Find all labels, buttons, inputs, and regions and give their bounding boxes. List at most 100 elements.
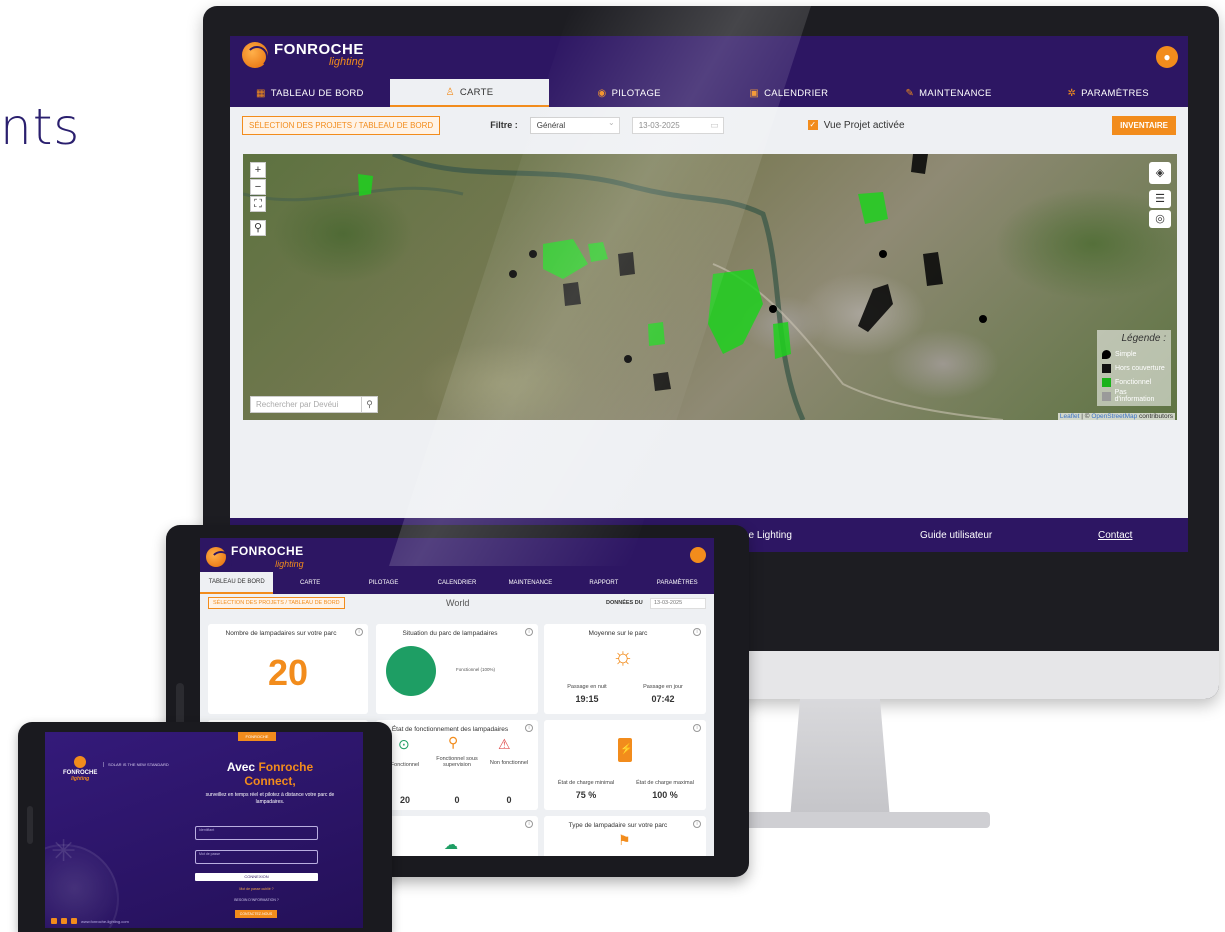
satellite-map[interactable]: + − ⛶ ⚲ ◈ ☰ ◎ Rechercher par Devéui ⚲ Lé… [243,154,1177,420]
filter-dropdown[interactable]: Général [529,116,620,134]
contact-button[interactable]: CONTACTEZ-NOUS [235,910,277,918]
phone-screen: ✳ FONROCHE FONROCHE lighting SOLAR IS TH… [45,732,363,928]
tab-calendrier[interactable]: CALENDRIER [420,580,493,587]
tab-label: CALENDRIER [764,87,829,99]
world-label: World [446,598,470,608]
info-icon[interactable]: i [525,820,533,828]
login-description: surveillez en temps réel et pilotez à di… [205,792,335,805]
footer-guide-link[interactable]: Guide utilisateur [920,530,992,541]
youtube-icon[interactable] [61,918,67,924]
tab-rapport[interactable]: RAPPORT [567,580,640,587]
tablet-nav: TABLEAU DE BORD CARTE PILOTAGE CALENDRIE… [200,572,714,594]
login-heading: Avec Fonroche Connect, [195,760,345,788]
login-button[interactable]: CONNEXION [195,873,318,881]
map-legend: Légende : Simple Hors couverture Fonctio… [1097,330,1171,406]
search-icon[interactable]: ⚲ [361,397,377,412]
tablet-filter-bar: SÉLECTION DES PROJETS / TABLEAU DE BORD … [200,594,714,612]
tab-pilotage[interactable]: PILOTAGE [347,580,420,587]
tab-label: RAPPORT [589,579,619,586]
info-icon[interactable]: i [693,820,701,828]
zone-no-coverage [911,154,928,174]
list-icon[interactable]: ☰ [1149,190,1171,208]
brand-sub: lighting [275,559,304,569]
tab-label: TABLEAU DE BORD [270,87,364,99]
tab-carte[interactable]: ♙ CARTE [389,79,550,107]
tab-maintenance[interactable]: MAINTENANCE [494,580,567,587]
info-icon[interactable]: i [525,628,533,636]
card-title: Nombre de lampadaires sur votre parc [225,630,337,637]
charge-min-value: 75 % [575,790,597,800]
tab-parametres[interactable]: PARAMÈTRES [641,580,714,587]
person-pin-icon: ♙ [445,86,455,98]
checkbox-icon[interactable]: ✓ [807,120,818,130]
info-icon[interactable]: i [525,724,533,732]
charge-max-value: 100 % [652,790,678,800]
supervision-value: 0 [454,795,460,805]
search-icon[interactable]: ⚲ [250,220,266,236]
charge-max-label: État de charge maximal [636,780,694,786]
project-selection-button[interactable]: SÉLECTION DES PROJETS / TABLEAU DE BORD [242,115,441,135]
tab-tableau-de-bord[interactable]: ▦ TABLEAU DE BORD [230,79,390,107]
brand-tagline: SOLAR IS THE NEW STANDARD [103,762,169,767]
brand-name: FONROCHE [231,544,304,558]
layers-icon[interactable]: ◈ [1149,162,1171,184]
info-icon[interactable]: i [693,628,701,636]
tab-label: MAINTENANCE [919,87,992,99]
zoom-in-button[interactable]: + [250,162,266,178]
supervision-label: Fonctionnel sous supervision [436,756,478,768]
tab-calendrier[interactable]: ▣ CALENDRIER [709,79,869,107]
legend-item: Hors couverture [1102,361,1166,375]
tab-label: CARTE [300,579,321,586]
zoom-out-button[interactable]: − [250,179,266,195]
attribution-tail: contributors [1137,413,1173,420]
pie-legend: Fonctionnel (100%) [456,667,496,672]
identifier-field[interactable]: Identifiant [195,826,318,840]
info-icon[interactable]: i [355,628,363,636]
user-avatar-icon[interactable] [690,547,706,563]
legend-swatch [1102,363,1111,373]
tab-pilotage[interactable]: ◉ PILOTAGE [549,79,709,107]
tab-tableau-de-bord[interactable]: TABLEAU DE BORD [200,572,274,594]
card-title: Moyenne sur le parc [588,630,648,637]
leaflet-link[interactable]: Leaflet [1060,413,1080,420]
zone-no-coverage [563,282,581,306]
info-icon[interactable]: i [693,724,701,732]
dial-icon: ◉ [597,87,607,99]
date-input[interactable]: 13-03-2025 ▭ [631,116,724,134]
project-view-toggle[interactable]: ✓ Vue Projet activée [807,119,905,131]
legend-swatch [1102,391,1111,401]
map-search-placeholder: Rechercher par Devéui [256,400,339,409]
filter-bar: SÉLECTION DES PROJETS / TABLEAU DE BORD … [230,107,1188,143]
tab-maintenance[interactable]: ✎ MAINTENANCE [869,79,1029,107]
date-input[interactable]: 13-03-2025 [650,597,706,609]
password-label: Mot de passe [199,852,221,856]
locate-icon[interactable]: ◎ [1149,210,1171,228]
instagram-icon[interactable] [51,918,57,924]
tab-parametres[interactable]: ✲ PARAMÈTRES [1028,79,1188,107]
user-avatar-icon[interactable]: ● [1156,46,1178,68]
checkbox-label: Vue Projet activée [823,119,905,131]
project-selection-button[interactable]: SÉLECTION DES PROJETS / TABLEAU DE BORD [208,597,345,609]
footer-contact-link[interactable]: Contact [1098,530,1132,541]
day-value: 07:42 [651,694,675,704]
edge-text: nts [0,98,81,156]
card-title: Situation du parc de lampadaires [402,630,498,637]
legend-label: Pas d'information [1114,389,1155,403]
tablet-header: FONROCHE lighting [200,538,714,573]
help-label: BESOIN D'INFORMATION ? [234,898,279,902]
password-field[interactable]: Mot de passe [195,850,318,864]
fullscreen-icon[interactable]: ⛶ [250,196,266,212]
facebook-icon[interactable] [71,918,77,924]
zone-functional [648,322,665,346]
brand-logo[interactable]: FONROCHE lighting [242,42,364,68]
osm-link[interactable]: OpenStreetMap [1091,413,1137,420]
forgot-password-link[interactable]: Mot de passe oublié ? [195,887,318,891]
brand-logo[interactable]: FONROCHE lighting [206,544,304,573]
map-search-input[interactable]: Rechercher par Devéui ⚲ [250,396,378,413]
website-link[interactable]: www.fonroche-lighting.com [81,919,129,924]
card-park-situation: Situation du parc de lampadaires i Fonct… [376,624,538,714]
tab-carte[interactable]: CARTE [273,580,346,587]
inventory-button[interactable]: INVENTAIRE [1112,115,1176,135]
zone-functional [543,239,588,279]
tab-label: CALENDRIER [437,579,477,586]
